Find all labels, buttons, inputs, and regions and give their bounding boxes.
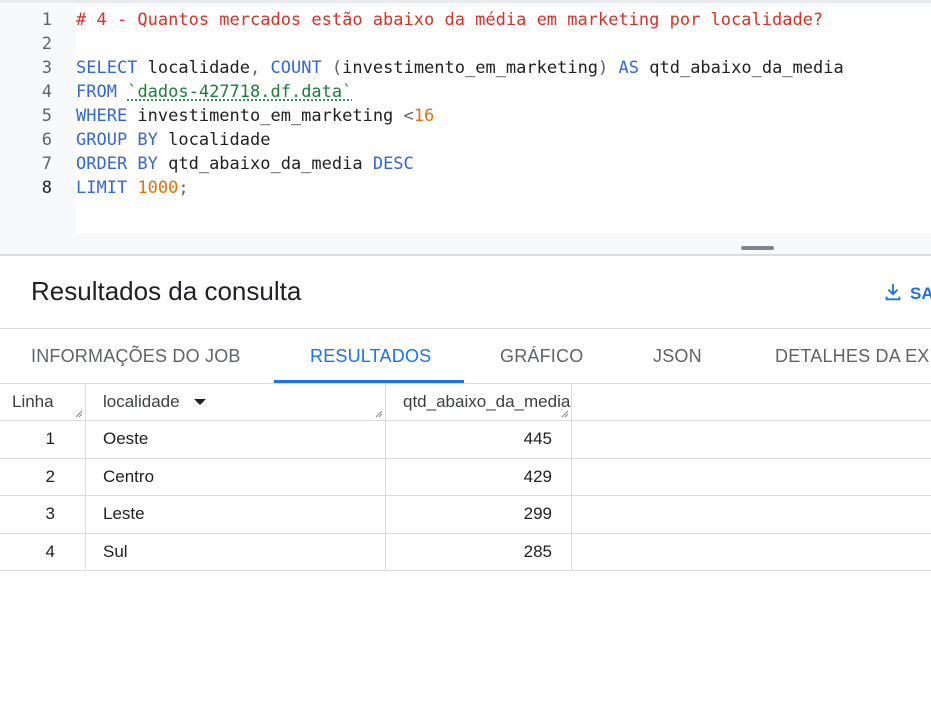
code-token: < (403, 106, 414, 126)
cell-qtd-abaixo-da-media: 429 (386, 458, 572, 495)
sql-editor[interactable]: 1 # 4 - Quantos mercados estão abaixo da … (0, 0, 931, 254)
cell-linha: 1 (0, 421, 86, 458)
active-tab-indicator (274, 380, 464, 383)
save-results-label: SA (910, 284, 931, 303)
code-token: LIMIT (76, 178, 128, 198)
code-token: # 4 - Quantos mercados estão abaixo da m… (76, 10, 824, 30)
code-text: SELECT localidade, COUNT (investimento_e… (76, 56, 844, 80)
tab-resultados[interactable]: RESULTADOS (310, 329, 431, 383)
cell-localidade: Oeste (86, 421, 386, 458)
code-token: ) (598, 58, 619, 78)
code-token: SELECT (76, 58, 138, 78)
table-row[interactable]: 4 Sul 285 (0, 533, 931, 571)
tab-detalhes-da-execucao[interactable]: DETALHES DA EXI (775, 329, 931, 383)
code-token: localidade (137, 58, 251, 78)
code-token: 1000 (137, 178, 179, 198)
table-row[interactable]: 1 Oeste 445 (0, 421, 931, 459)
cell-qtd-abaixo-da-media: 445 (386, 421, 572, 458)
results-title: Resultados da consulta (31, 276, 302, 306)
line-number: 3 (41, 58, 52, 78)
code-token: FROM (76, 82, 117, 102)
cell-linha: 3 (0, 496, 86, 533)
code-text: FROM `dados-427718.df.data` (76, 80, 352, 104)
code-line[interactable]: 3 SELECT localidade, COUNT (investimento_… (0, 56, 931, 80)
cell-qtd-abaixo-da-media: 285 (386, 533, 572, 570)
code-token: ORDER BY (76, 154, 158, 174)
results-tabs: INFORMAÇÕES DO JOB RESULTADOS GRÁFICO JS… (0, 328, 931, 384)
table-row[interactable]: 3 Leste 299 (0, 496, 931, 534)
save-results-button[interactable]: SA (882, 281, 931, 307)
cell-localidade: Sul (86, 533, 386, 570)
sort-descending-icon[interactable] (193, 399, 206, 405)
code-text: # 4 - Quantos mercados estão abaixo da m… (76, 8, 823, 32)
code-token: investimento_em_marketing (342, 58, 599, 78)
code-token: localidade (157, 130, 271, 150)
code-text: WHERE investimento_em_marketing <16 (76, 104, 434, 128)
column-resize-grip-icon[interactable] (561, 410, 569, 418)
code-text: ORDER BY qtd_abaixo_da_media DESC (76, 152, 414, 176)
code-text: LIMIT 1000; (76, 176, 189, 200)
code-token: AS (618, 58, 640, 78)
code-line[interactable]: 1 # 4 - Quantos mercados estão abaixo da … (0, 8, 931, 32)
code-token: COUNT (270, 58, 322, 78)
line-number: 7 (41, 154, 52, 174)
column-header-label: qtd_abaixo_da_media (403, 392, 571, 411)
code-line[interactable]: 6 GROUP BY localidade (0, 128, 931, 152)
code-token: investimento_em_marketing (127, 106, 404, 126)
code-token: qtd_abaixo_da_media (157, 154, 373, 174)
code-line[interactable]: 2 (0, 32, 931, 56)
cell-linha: 4 (0, 533, 86, 570)
line-number: 4 (41, 82, 52, 102)
code-token: ; (178, 178, 189, 198)
editor-resize-handle[interactable] (741, 246, 774, 250)
column-header-label: Linha (12, 392, 54, 411)
code-token: `dados-427718.df.data` (127, 82, 353, 102)
column-resize-grip-icon[interactable] (75, 410, 83, 418)
panel-divider (0, 254, 931, 256)
tab-json[interactable]: JSON (653, 329, 702, 383)
line-number: 8 (41, 178, 52, 198)
column-header-label: localidade (103, 392, 180, 411)
column-header-qtd-abaixo-da-media[interactable]: qtd_abaixo_da_media (386, 384, 572, 420)
code-token: , (250, 58, 271, 78)
cell-localidade: Centro (86, 458, 386, 495)
table-header-row: Linha localidade qtd_abaixo_da_media (0, 384, 931, 421)
code-line[interactable]: 4 FROM `dados-427718.df.data` (0, 80, 931, 104)
tab-informacoes-do-job[interactable]: INFORMAÇÕES DO JOB (31, 329, 241, 383)
code-token: DESC (372, 154, 414, 174)
cell-localidade: Leste (86, 496, 386, 533)
code-token: WHERE (76, 106, 128, 126)
line-number: 5 (41, 106, 52, 126)
tab-grafico[interactable]: GRÁFICO (500, 329, 583, 383)
code-token: 16 (413, 106, 435, 126)
column-resize-grip-icon[interactable] (375, 410, 383, 418)
code-text: GROUP BY localidade (76, 128, 270, 152)
table-row[interactable]: 2 Centro 429 (0, 458, 931, 496)
column-header-localidade[interactable]: localidade (86, 384, 386, 420)
line-number: 2 (41, 34, 52, 54)
line-number: 1 (41, 10, 52, 30)
code-line[interactable]: 5 WHERE investimento_em_marketing <16 (0, 104, 931, 128)
code-token: GROUP BY (76, 130, 158, 150)
code-line[interactable]: 8 LIMIT 1000; (0, 176, 931, 200)
cell-linha: 2 (0, 458, 86, 495)
code-token: ( (321, 58, 343, 78)
code-line[interactable]: 7 ORDER BY qtd_abaixo_da_media DESC (0, 152, 931, 176)
column-header-linha: Linha (0, 384, 86, 420)
cell-qtd-abaixo-da-media: 299 (386, 496, 572, 533)
download-icon (882, 281, 904, 308)
line-number: 6 (41, 130, 52, 150)
code-token: qtd_abaixo_da_media (639, 58, 844, 78)
